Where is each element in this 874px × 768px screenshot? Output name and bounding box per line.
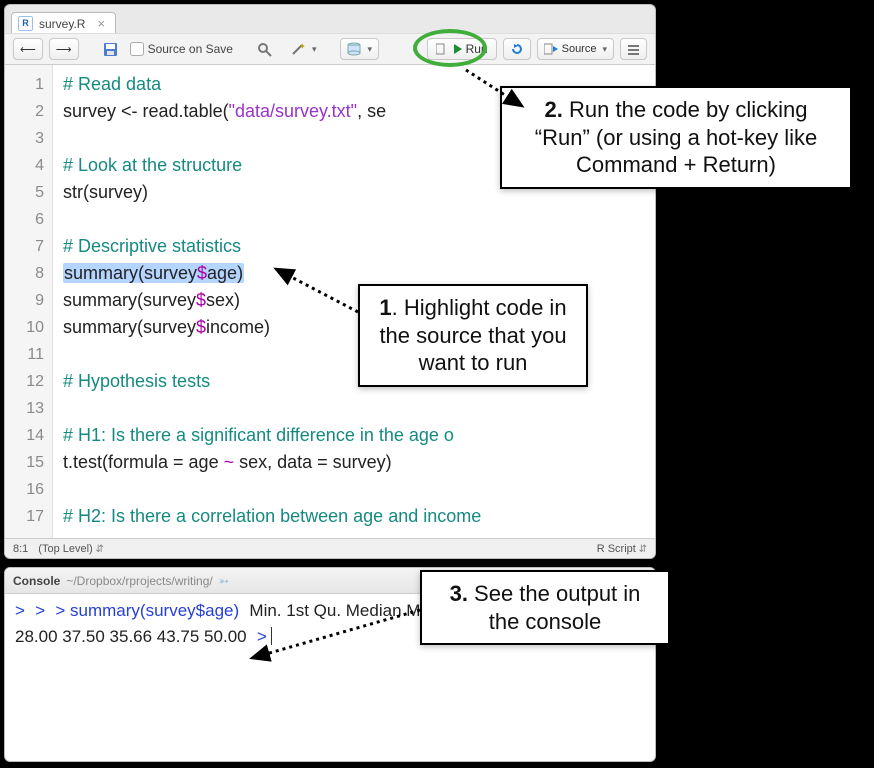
tab-survey-r[interactable]: R survey.R × [11,12,116,33]
r-file-icon: R [18,16,33,31]
console-path: ~/Dropbox/rprojects/writing/ [66,574,212,588]
run-arrow-icon [454,44,462,54]
wand-button[interactable]: ✦ ▾ [284,38,323,60]
forward-button[interactable]: ⟶ [49,38,79,60]
run-button[interactable]: Run [427,38,497,60]
scope-selector[interactable]: (Top Level) [38,543,104,555]
close-icon[interactable]: × [97,16,105,31]
notebook-button[interactable]: ▾ [340,38,379,60]
language-selector[interactable]: R Script [597,543,647,555]
console-title: Console [13,574,60,588]
tab-label: survey.R [39,17,85,31]
search-button[interactable] [251,38,278,60]
console-arrow-icon[interactable]: ➳ [219,574,229,588]
outline-button[interactable] [620,38,647,60]
cursor-position: 8:1 [13,543,28,555]
save-button[interactable] [97,38,124,60]
annotation-1: 1. Highlight code in the source that you… [358,284,588,387]
source-on-save-checkbox[interactable]: Source on Save [130,42,233,56]
tab-bar: R survey.R × [5,5,655,33]
svg-text:✦: ✦ [299,42,306,51]
source-button[interactable]: Source ▾ [537,38,614,60]
annotation-2: 2. Run the code by clicking “Run” (or us… [500,86,852,189]
editor-status-bar: 8:1 (Top Level) R Script [5,538,655,558]
line-number-gutter: 123 456 789 101112 131415 1617 [5,65,53,538]
annotation-3: 3. See the output in the console [420,570,670,645]
editor-toolbar: ⟵ ⟶ Source on Save ✦ ▾ ▾ [5,33,655,65]
rerun-button[interactable] [503,38,531,60]
back-button[interactable]: ⟵ [13,38,43,60]
